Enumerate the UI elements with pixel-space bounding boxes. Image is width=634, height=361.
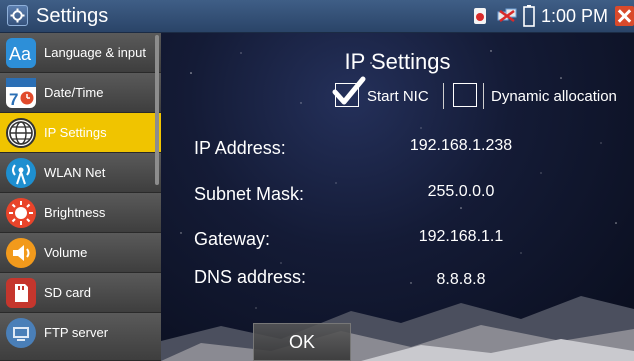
sidebar-item-label: Brightness [44, 205, 106, 220]
checkmark-icon [332, 76, 366, 105]
ip-settings-panel: IP Settings Start NIC Dynamic allocation… [161, 33, 634, 361]
wifi-antenna-icon [6, 158, 36, 188]
screen: Settings 1:00 PM Aa Language & input 7 D… [0, 0, 634, 361]
sidebar-item-label: Volume [44, 245, 88, 260]
svg-text:Aa: Aa [9, 44, 32, 64]
brightness-icon [6, 198, 36, 228]
dynamic-allocation-label: Dynamic allocation [491, 88, 617, 105]
record-icon [474, 8, 486, 24]
volume-icon [6, 238, 36, 268]
subnet-mask-label: Subnet Mask: [194, 184, 305, 204]
title-bar: Settings 1:00 PM [0, 0, 634, 33]
ftp-server-icon [6, 318, 36, 348]
globe-icon [6, 118, 36, 148]
clock: 1:00 PM [541, 6, 609, 26]
sidebar-item-volume[interactable]: Volume [0, 233, 161, 273]
language-icon: Aa [6, 38, 36, 68]
sidebar-item-ftp-server[interactable]: FTP server [0, 313, 161, 361]
sidebar-item-label: FTP server [44, 325, 109, 340]
start-nic-label: Start NIC [367, 88, 429, 105]
sidebar-item-date-time[interactable]: 7 Date/Time [0, 73, 161, 113]
sd-card-icon [6, 278, 36, 308]
dns-address-label: DNS address: [194, 267, 307, 287]
divider [443, 83, 444, 109]
network-icon [497, 8, 517, 23]
gateway-label: Gateway: [194, 229, 271, 249]
sidebar-item-label: Date/Time [44, 85, 104, 100]
sidebar-item-label: IP Settings [44, 125, 107, 140]
subnet-mask-value[interactable]: 255.0.0.0 [361, 182, 561, 202]
ip-address-value[interactable]: 192.168.1.238 [361, 136, 561, 156]
ok-button[interactable]: OK [253, 323, 351, 361]
sidebar-item-wlan-net[interactable]: WLAN Net [0, 153, 161, 193]
ok-button-label: OK [288, 332, 315, 352]
close-icon[interactable] [615, 6, 634, 26]
calendar-icon: 7 [6, 78, 36, 109]
ip-address-label: IP Address: [194, 138, 286, 158]
sidebar-item-ip-settings[interactable]: IP Settings [0, 113, 161, 153]
sidebar-item-label: Language & input [44, 45, 146, 60]
svg-text:7: 7 [9, 90, 18, 108]
dns-address-value[interactable]: 8.8.8.8 [361, 270, 561, 290]
settings-app-icon [7, 5, 28, 26]
gateway-value[interactable]: 192.168.1.1 [361, 227, 561, 247]
sidebar-item-language-input[interactable]: Aa Language & input [0, 33, 161, 73]
divider [483, 83, 484, 109]
start-nic-checkbox[interactable] [332, 76, 366, 107]
sidebar-item-label: WLAN Net [44, 165, 106, 180]
app-title: Settings [36, 5, 109, 27]
sidebar-scrollbar[interactable] [155, 35, 159, 185]
sidebar: Aa Language & input 7 Date/Time IP Setti… [0, 33, 161, 361]
dynamic-allocation-checkbox[interactable] [453, 83, 477, 107]
mountain-background [161, 296, 634, 361]
page-title: IP Settings [344, 49, 451, 74]
sidebar-item-brightness[interactable]: Brightness [0, 193, 161, 233]
sidebar-item-sd-card[interactable]: SD card [0, 273, 161, 313]
sidebar-item-label: SD card [44, 285, 91, 300]
battery-icon [523, 5, 535, 27]
